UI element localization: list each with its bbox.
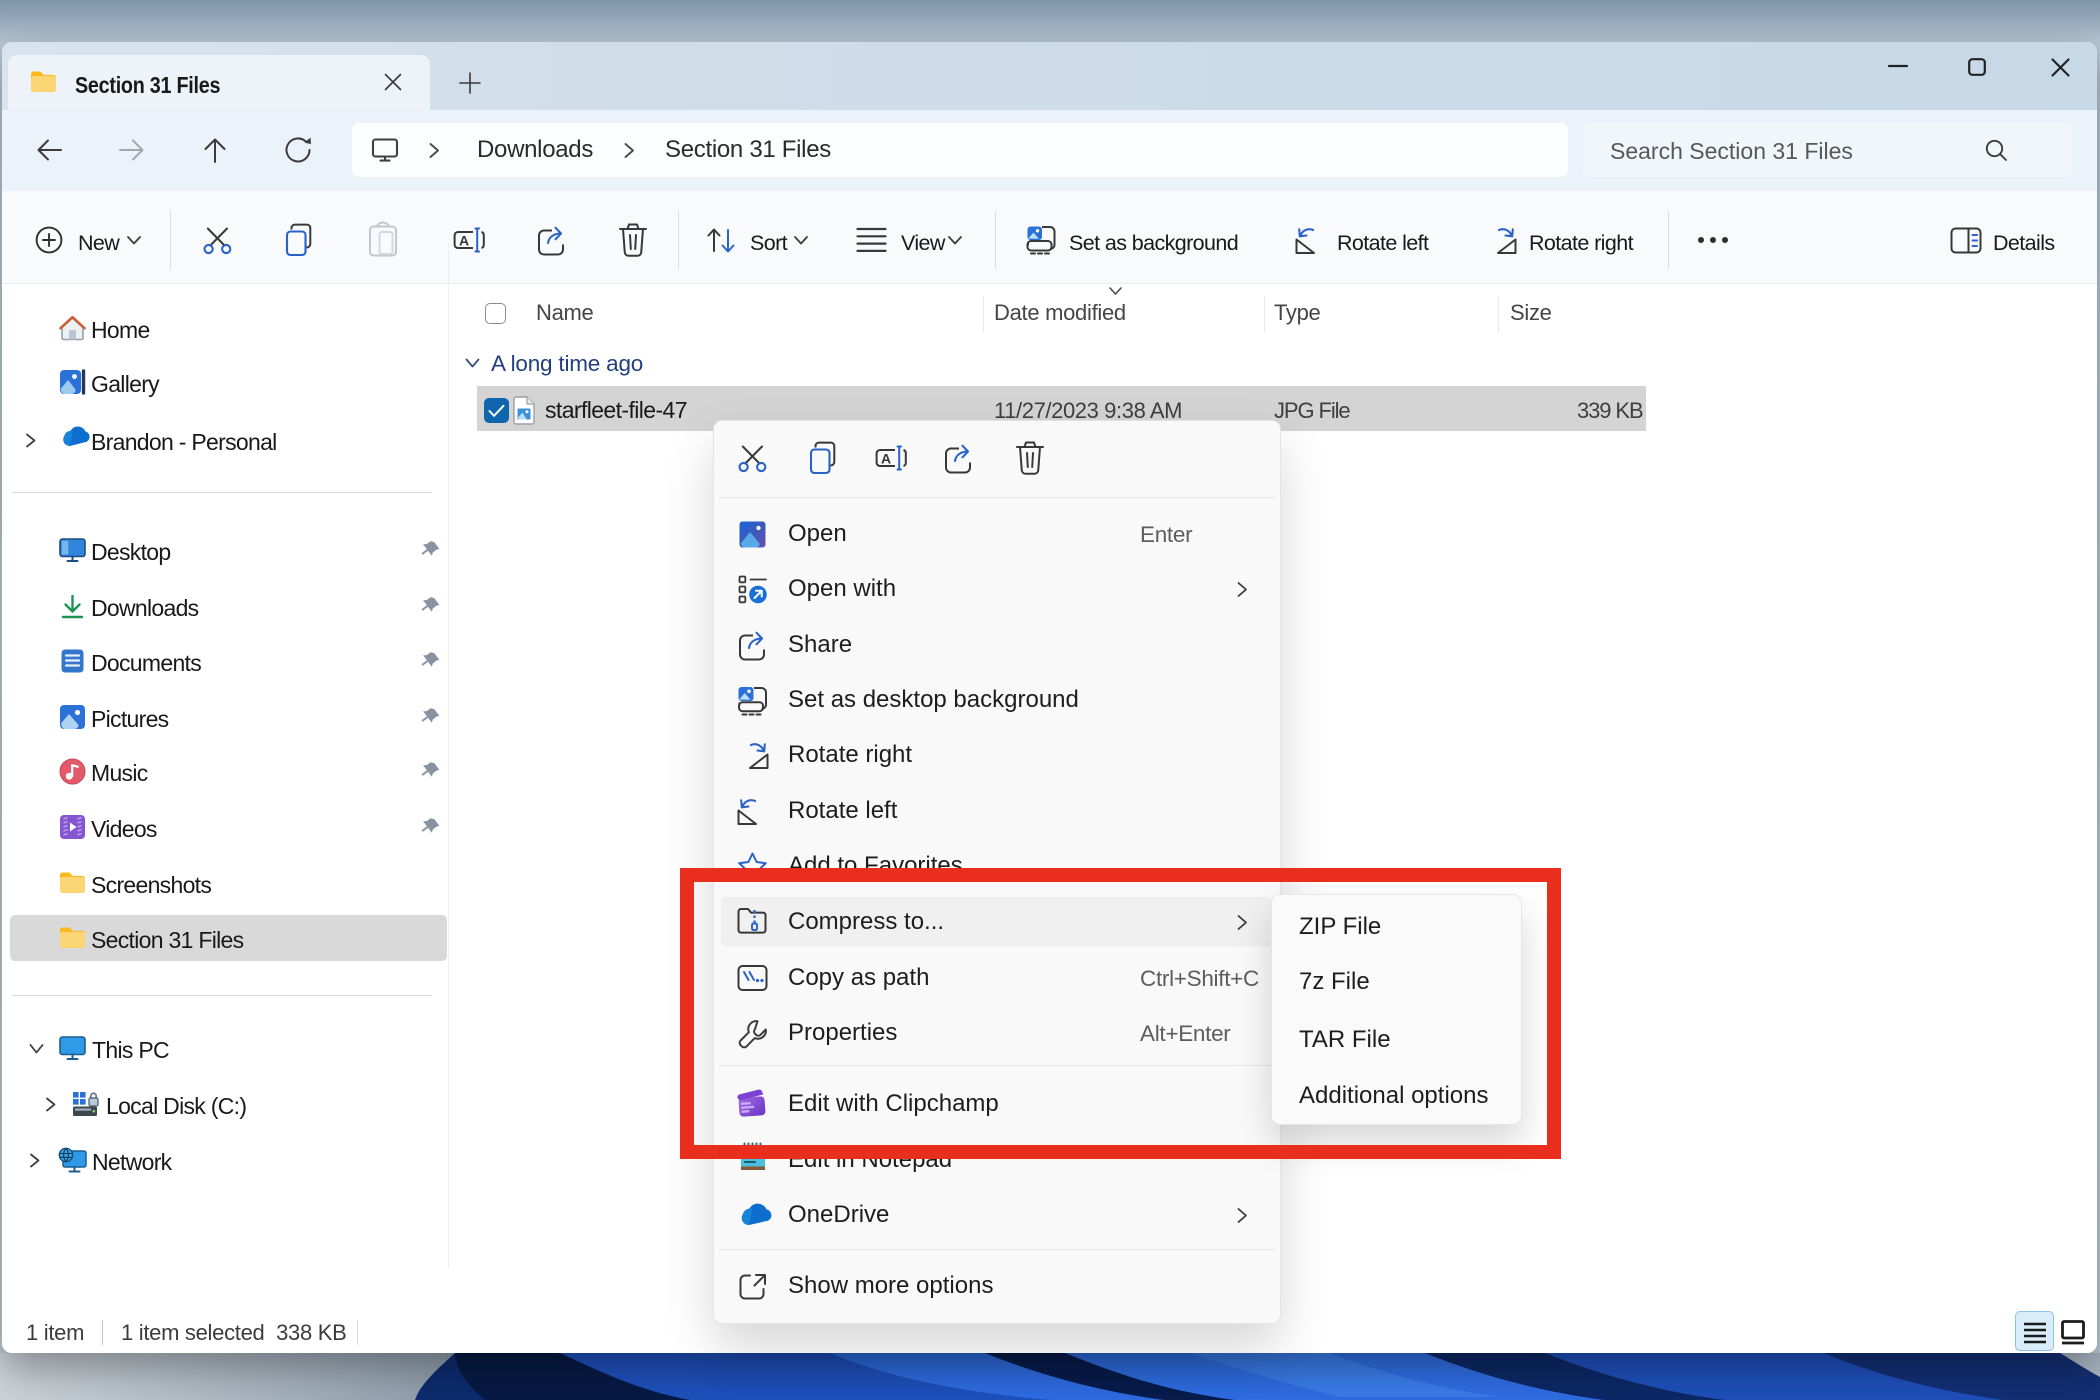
svg-text:A: A — [881, 451, 891, 467]
svg-text:A: A — [459, 233, 469, 249]
